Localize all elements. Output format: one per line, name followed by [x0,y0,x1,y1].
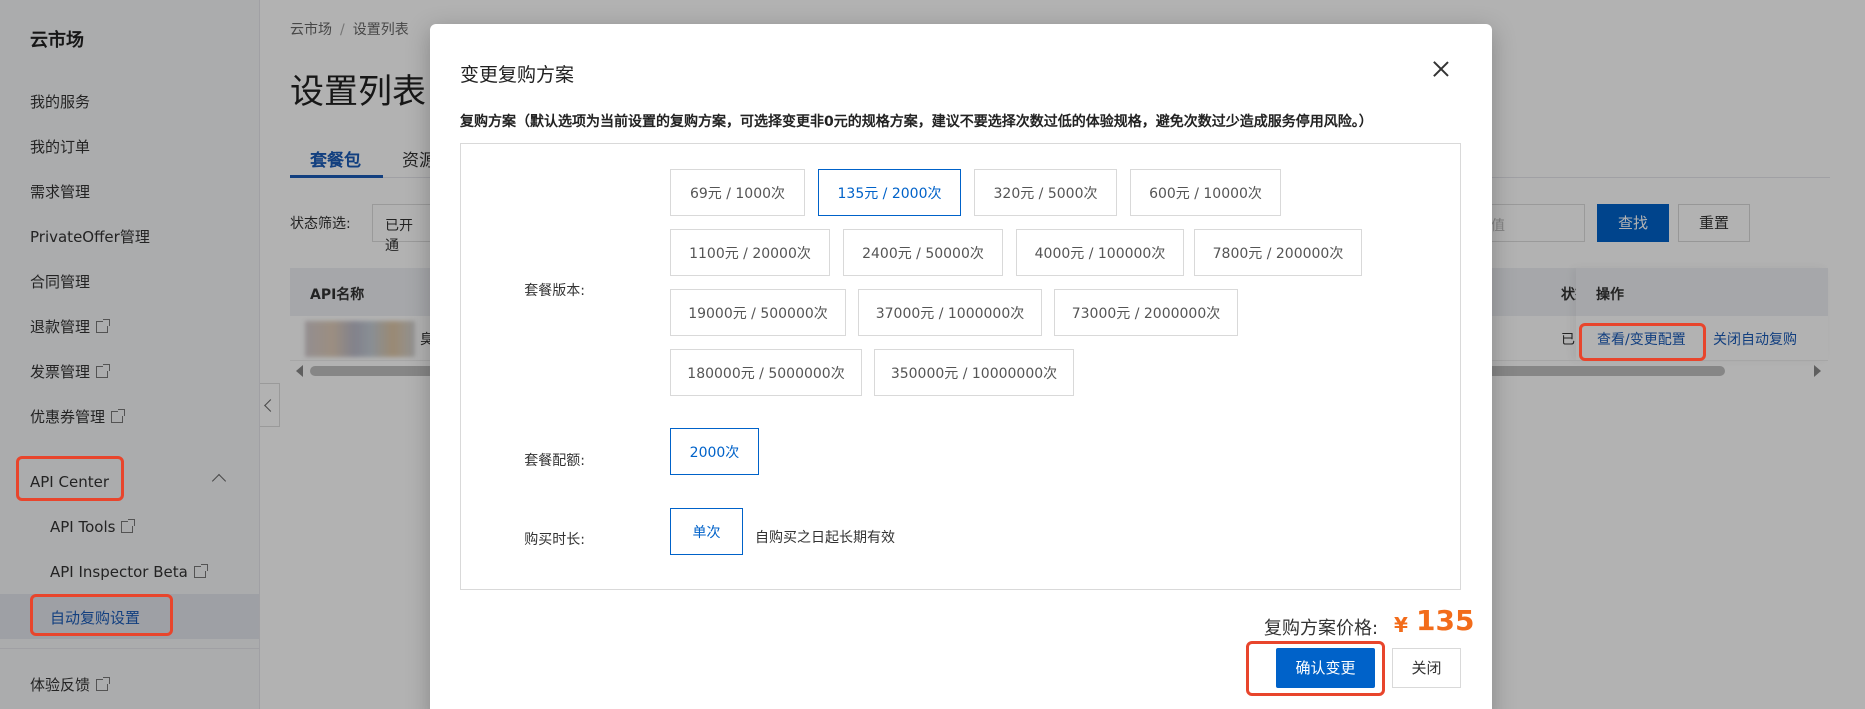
quota-option-selected[interactable]: 2000次 [670,428,759,475]
version-option[interactable]: 69元 / 1000次 [670,169,805,216]
price-label: 复购方案价格: [1264,618,1379,639]
highlight-box-auto-repurchase [30,594,173,636]
version-option[interactable]: 320元 / 5000次 [974,169,1117,216]
change-plan-dialog: 变更复购方案 复购方案（默认选项为当前设置的复购方案，可选择变更非0元的规格方案… [430,24,1492,709]
currency-symbol: ¥ [1394,613,1408,637]
version-option-selected[interactable]: 135元 / 2000次 [818,169,961,216]
close-icon[interactable] [1430,58,1452,80]
dialog-hint: 复购方案（默认选项为当前设置的复购方案，可选择变更非0元的规格方案，建议不要选择… [460,114,1373,130]
highlight-box-view-config [1579,323,1706,361]
highlight-box-api-center [16,456,124,501]
duration-option-selected[interactable]: 单次 [670,508,743,555]
version-option[interactable]: 180000元 / 5000000次 [670,349,862,396]
version-option[interactable]: 37000元 / 1000000次 [858,289,1042,336]
duration-label: 购买时长: [524,532,585,548]
close-button[interactable]: 关闭 [1392,648,1461,688]
duration-note: 自购买之日起长期有效 [755,530,895,546]
version-option[interactable]: 4000元 / 100000次 [1016,229,1184,276]
price-value: 135 [1416,604,1475,637]
quota-label: 套餐配额: [524,453,585,469]
dialog-title: 变更复购方案 [460,64,575,86]
version-option[interactable]: 600元 / 10000次 [1130,169,1281,216]
highlight-box-confirm [1246,641,1385,696]
version-option[interactable]: 350000元 / 10000000次 [874,349,1074,396]
version-option[interactable]: 2400元 / 50000次 [843,229,1003,276]
version-option[interactable]: 73000元 / 2000000次 [1054,289,1238,336]
version-option[interactable]: 19000元 / 500000次 [670,289,846,336]
version-label: 套餐版本: [524,283,585,299]
version-option[interactable]: 7800元 / 200000次 [1194,229,1362,276]
version-option[interactable]: 1100元 / 20000次 [670,229,830,276]
